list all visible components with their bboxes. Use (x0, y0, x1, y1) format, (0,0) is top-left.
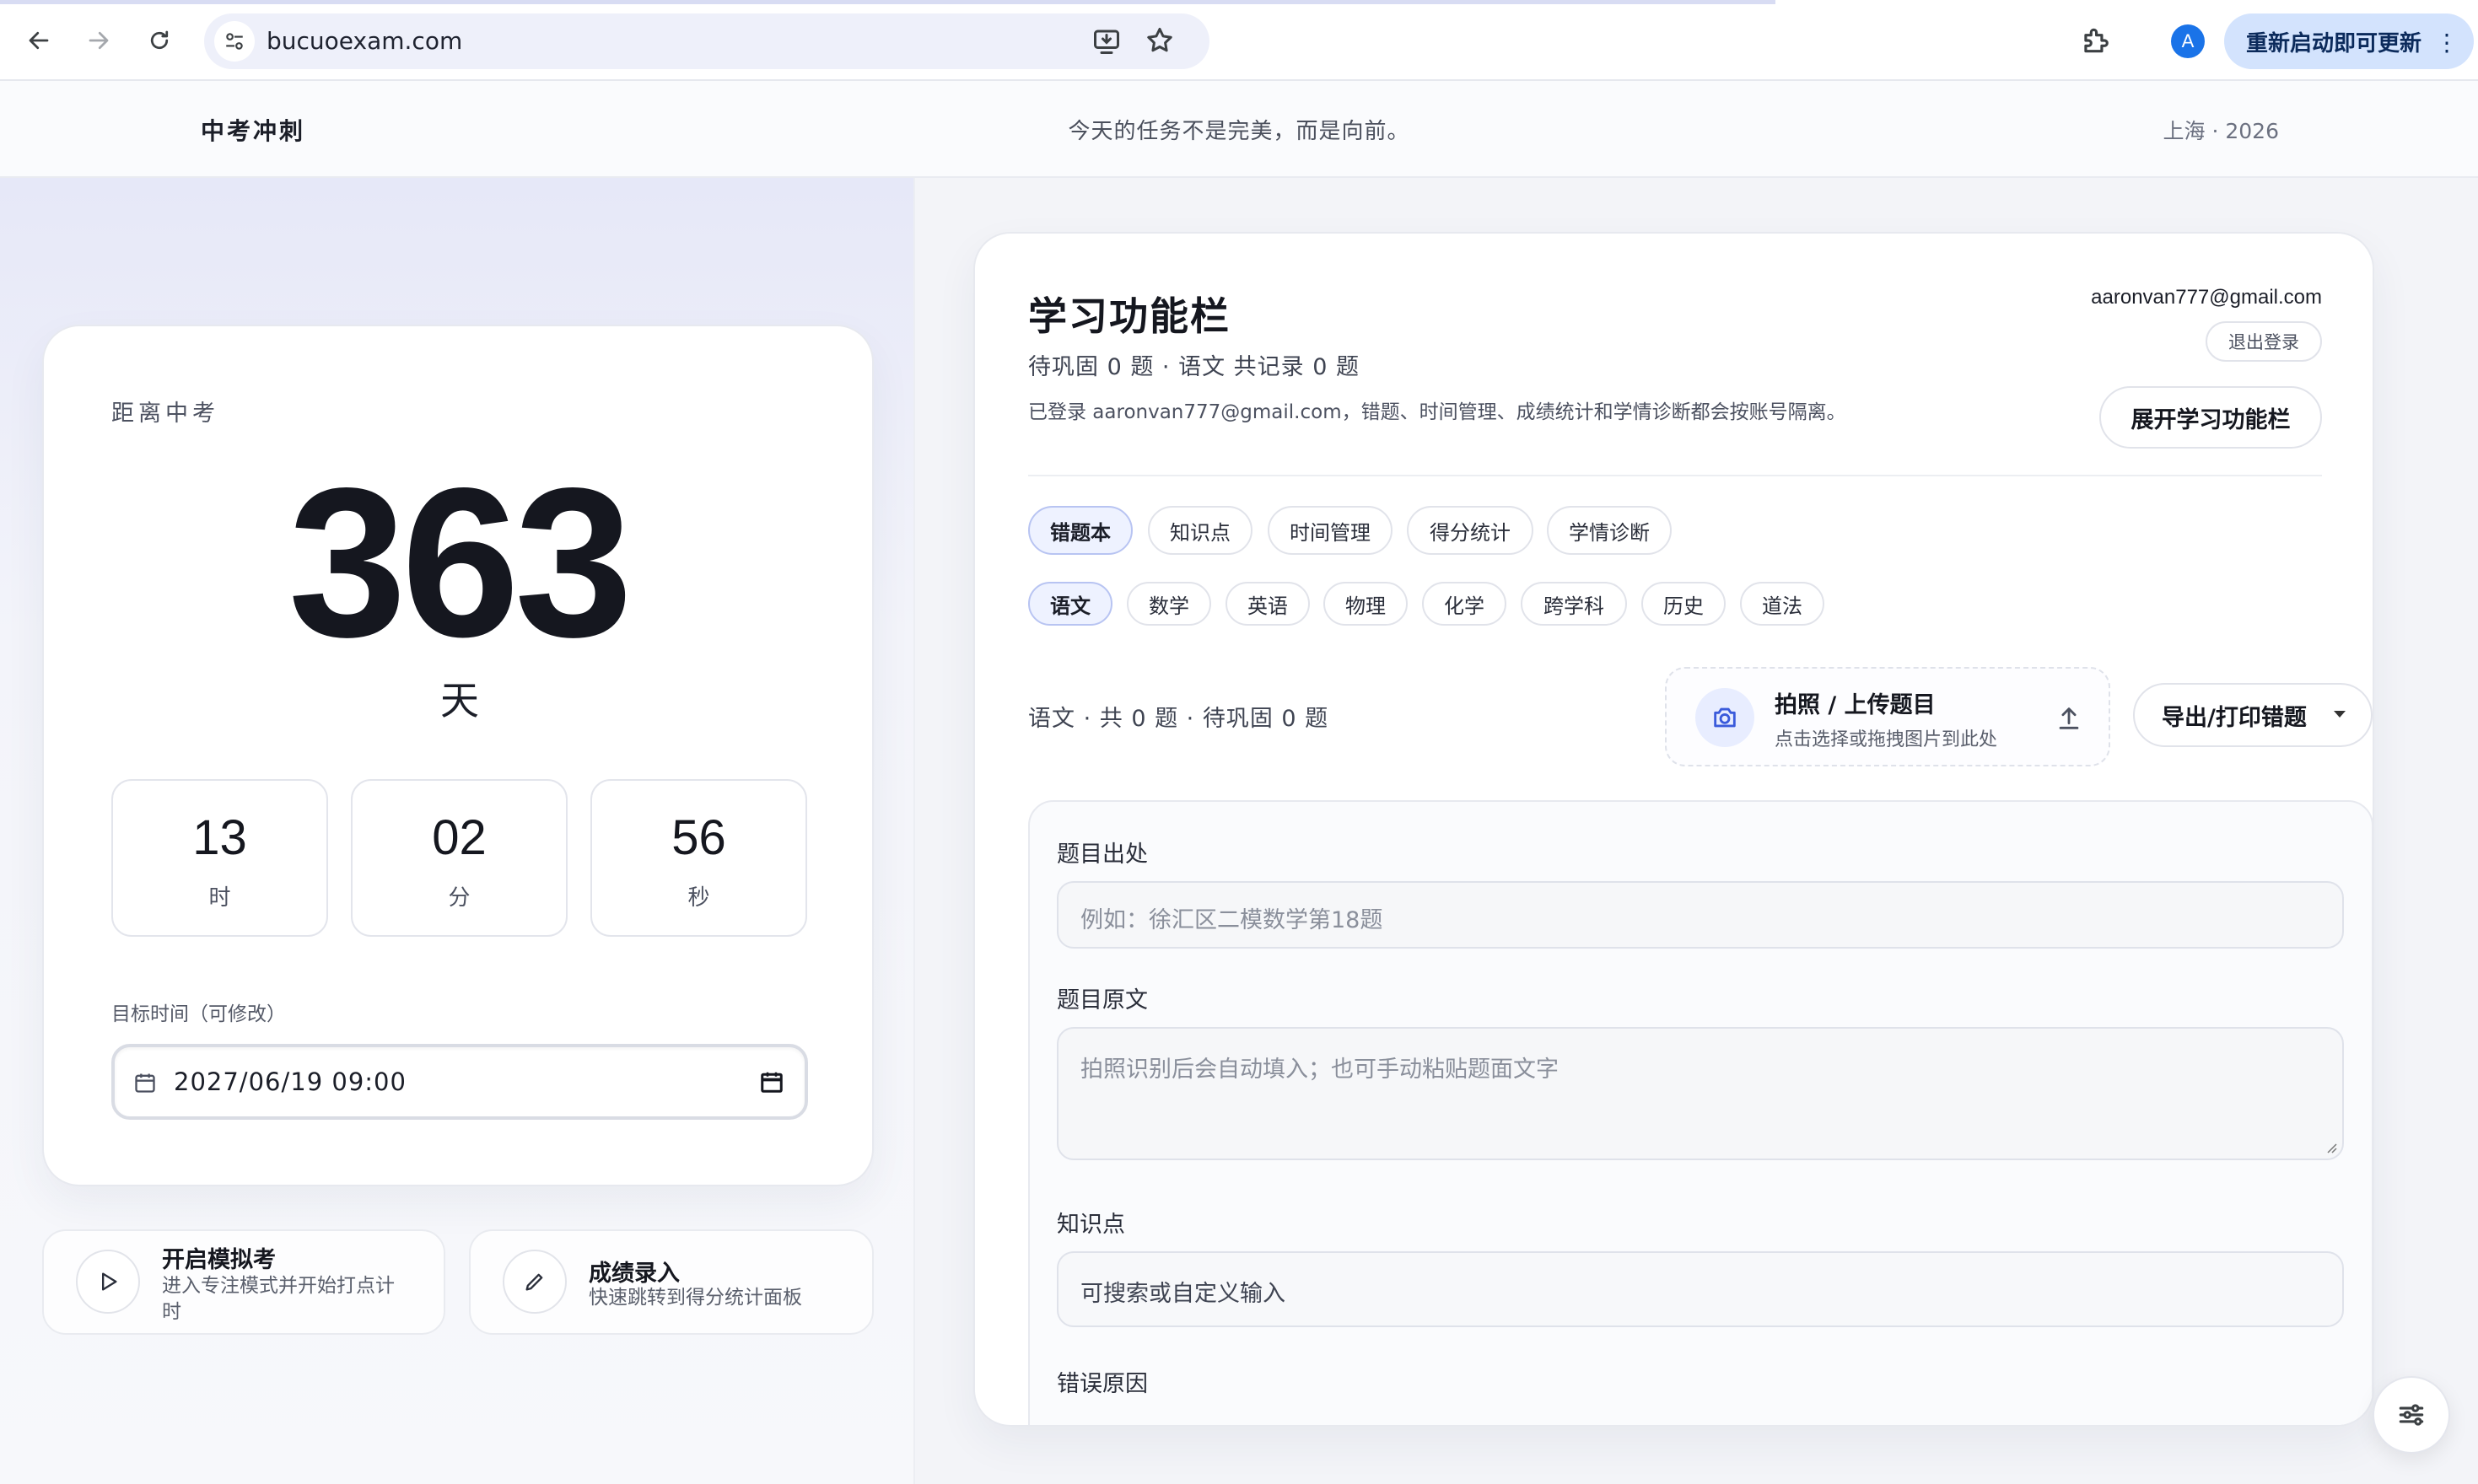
countdown-card: 距离中考 363 天 13 时 02 分 56 秒 目标时间（可修改） 2027… (42, 325, 874, 1186)
hours-box: 13 时 (111, 779, 328, 937)
subject-stats: 语文 · 共 0 题 · 待巩固 0 题 (1028, 706, 1329, 732)
play-button[interactable] (76, 1250, 140, 1314)
arrow-right-icon (89, 31, 109, 50)
target-datetime-value[interactable]: 2027/06/19 09:00 (174, 1067, 407, 1096)
study-panel: 学习功能栏 待巩固 0 题 · 语文 共记录 0 题 已登录 aaronvan7… (973, 232, 2374, 1427)
resize-grip-icon[interactable] (2325, 1142, 2337, 1153)
expand-panel-button[interactable]: 展开学习功能栏 (2099, 386, 2322, 449)
edit-button[interactable] (503, 1250, 567, 1314)
puzzle-icon (2084, 28, 2109, 53)
more-menu-icon[interactable]: ⋮ (2435, 29, 2459, 56)
tab-time-management[interactable]: 时间管理 (1268, 506, 1393, 555)
upload-hint: 点击选择或拖拽图片到此处 (1775, 729, 1998, 750)
knowledge-input[interactable]: 可搜索或自定义输入 (1057, 1251, 2344, 1327)
subject-math[interactable]: 数学 (1127, 582, 1211, 626)
upload-title: 拍照 / 上传题目 (1775, 692, 1936, 718)
study-summary: 待巩固 0 题 · 语文 共记录 0 题 (1028, 354, 1360, 380)
calendar-icon (135, 1073, 155, 1093)
motto-text: 今天的任务不是完美，而是向前。 (1068, 119, 1410, 144)
knowledge-placeholder: 可搜索或自定义输入 (1080, 1281, 1285, 1307)
address-bar[interactable]: bucuoexam.com (204, 13, 1209, 69)
upload-icon (2059, 707, 2079, 729)
days-unit: 天 (440, 678, 479, 723)
reload-icon (150, 30, 169, 50)
question-text-area[interactable]: 拍照识别后会自动填入；也可手动粘贴题面文字 (1057, 1027, 2344, 1160)
page-load-progress (0, 0, 1775, 4)
source-label: 题目出处 (1057, 841, 1148, 868)
tab-learning-diagnosis[interactable]: 学情诊断 (1547, 506, 1672, 555)
forward-button[interactable] (80, 22, 117, 59)
date-picker-icon[interactable] (759, 1069, 784, 1094)
wrong-question-form: 题目出处 例如：徐汇区二模数学第18题 题目原文 拍照识别后会自动填入；也可手动… (1028, 800, 2373, 1425)
hours-value: 13 (192, 810, 247, 865)
arrow-left-icon (29, 31, 49, 50)
source-input[interactable]: 例如：徐汇区二模数学第18题 (1057, 881, 2344, 949)
knowledge-label: 知识点 (1057, 1212, 1125, 1238)
tab-score-stats[interactable]: 得分统计 (1407, 506, 1533, 555)
update-label: 重新启动即可更新 (2246, 30, 2422, 56)
countdown-label: 距离中考 (111, 401, 219, 427)
minutes-value: 02 (432, 810, 487, 865)
settings-fab[interactable] (2373, 1376, 2450, 1454)
subject-history[interactable]: 历史 (1641, 582, 1726, 626)
score-entry-desc: 快速跳转到得分统计面板 (589, 1287, 802, 1309)
subject-physics[interactable]: 物理 (1323, 582, 1408, 626)
start-mock-exam-desc-line1: 进入专注模式并开始打点计 (162, 1275, 395, 1297)
play-icon (102, 1272, 117, 1291)
camera-icon (1695, 688, 1754, 747)
export-label: 导出/打印错题 (2162, 704, 2307, 731)
days-remaining: 363 (288, 444, 633, 681)
tab-knowledge-points[interactable]: 知识点 (1148, 506, 1252, 555)
install-app-button[interactable] (1091, 26, 1122, 60)
pencil-icon (525, 1273, 543, 1291)
score-entry-card[interactable]: 成绩录入 快速跳转到得分统计面板 (469, 1229, 874, 1335)
minutes-unit: 分 (448, 885, 471, 911)
tab-wrong-questions[interactable]: 错题本 (1028, 506, 1133, 555)
seconds-box: 56 秒 (590, 779, 807, 937)
question-text-placeholder: 拍照识别后会自动填入；也可手动粘贴题面文字 (1080, 1057, 1559, 1083)
hours-unit: 时 (208, 885, 231, 911)
minutes-box: 02 分 (351, 779, 568, 937)
export-print-button[interactable]: 导出/打印错题 (2133, 683, 2373, 747)
profile-avatar[interactable]: A (2171, 24, 2205, 58)
seconds-unit: 秒 (687, 885, 710, 911)
upload-dropzone[interactable]: 拍照 / 上传题目 点击选择或拖拽图片到此处 (1665, 667, 2110, 766)
tune-icon (226, 33, 243, 50)
browser-toolbar: bucuoexam.com A 重新启动即可更新 ⋮ (0, 0, 2478, 81)
subject-english[interactable]: 英语 (1226, 582, 1310, 626)
target-datetime-input[interactable]: 2027/06/19 09:00 (111, 1044, 808, 1120)
target-time-label: 目标时间（可修改） (111, 1003, 286, 1025)
reload-button[interactable] (141, 22, 178, 59)
logout-button[interactable]: 退出登录 (2206, 321, 2322, 362)
subject-morality-law[interactable]: 道法 (1740, 582, 1824, 626)
extensions-button[interactable] (2079, 24, 2111, 60)
caret-down-icon (2334, 711, 2346, 718)
site-info-button[interactable] (214, 21, 255, 62)
relaunch-update-button[interactable]: 重新启动即可更新 ⋮ (2224, 13, 2474, 69)
star-icon (1147, 28, 1172, 52)
bookmark-button[interactable] (1145, 25, 1175, 59)
source-placeholder: 例如：徐汇区二模数学第18题 (1080, 907, 1383, 933)
score-entry-title: 成绩录入 (589, 1261, 680, 1287)
start-mock-exam-desc-line2: 时 (162, 1301, 181, 1323)
url-text[interactable]: bucuoexam.com (267, 27, 462, 55)
start-mock-exam-title: 开启模拟考 (162, 1247, 276, 1273)
sliders-icon (2399, 1404, 2424, 1426)
back-button[interactable] (20, 22, 57, 59)
start-mock-exam-card[interactable]: 开启模拟考 进入专注模式并开始打点计 时 (42, 1229, 445, 1335)
location-label: 上海 · 2026 (2163, 119, 2279, 143)
question-text-label: 题目原文 (1057, 987, 1148, 1014)
install-icon (1094, 30, 1119, 54)
seconds-value: 56 (671, 810, 726, 865)
study-panel-title: 学习功能栏 (1028, 293, 1231, 339)
subject-chinese[interactable]: 语文 (1028, 582, 1112, 626)
site-header: 中考冲刺 今天的任务不是完美，而是向前。 上海 · 2026 (0, 81, 2478, 178)
divider (1028, 475, 2322, 476)
user-email: aaronvan777@gmail.com (2091, 286, 2322, 309)
subject-interdisciplinary[interactable]: 跨学科 (1521, 582, 1627, 626)
subject-chemistry[interactable]: 化学 (1422, 582, 1506, 626)
error-cause-label: 错误原因 (1057, 1371, 1148, 1397)
login-note: 已登录 aaronvan777@gmail.com，错题、时间管理、成绩统计和学… (1028, 401, 1846, 423)
